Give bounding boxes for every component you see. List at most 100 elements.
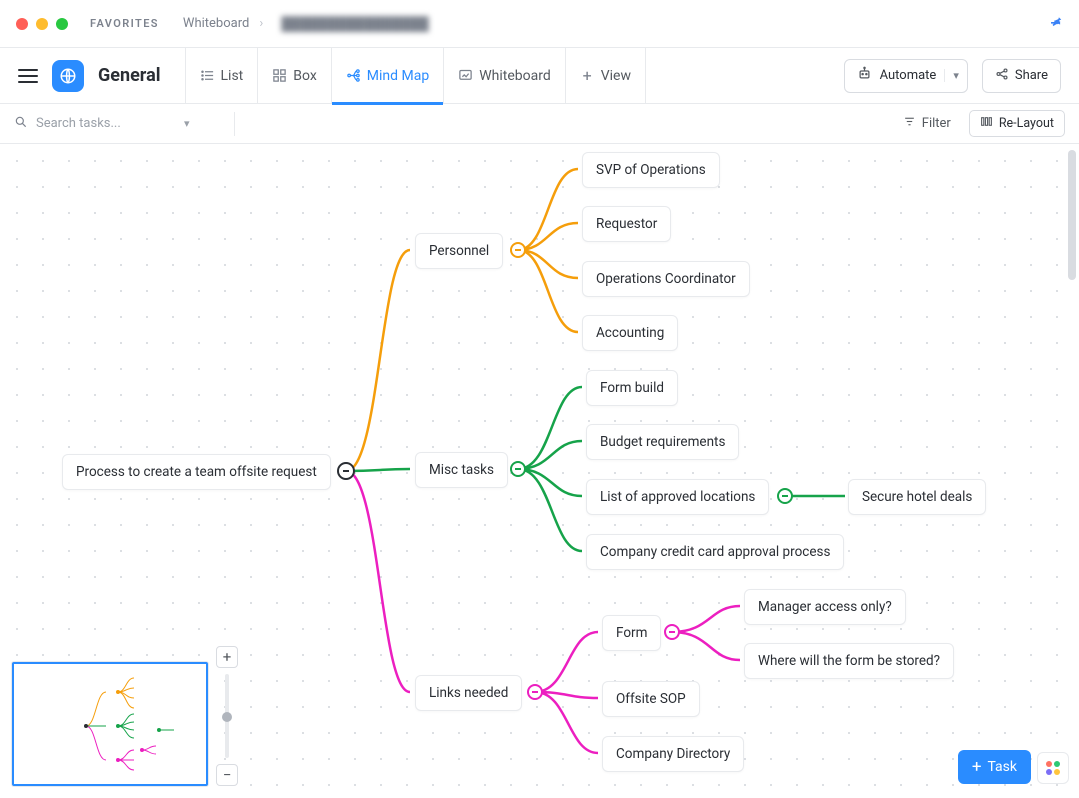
- minimap[interactable]: [12, 662, 208, 786]
- vertical-scrollbar[interactable]: [1068, 144, 1076, 798]
- node-label: Manager access only?: [758, 599, 892, 615]
- maximize-window-icon[interactable]: [56, 18, 68, 30]
- plus-icon: +: [223, 648, 232, 666]
- tab-box[interactable]: Box: [257, 48, 331, 104]
- relayout-label: Re-Layout: [999, 116, 1054, 131]
- close-window-icon[interactable]: [16, 18, 28, 30]
- mindmap-node-approved-locations[interactable]: List of approved locations: [586, 479, 769, 515]
- chevron-down-icon[interactable]: ▾: [184, 117, 190, 130]
- collapse-handle-misc[interactable]: [510, 461, 526, 477]
- filter-icon: [903, 115, 916, 132]
- mindmap-node-company-directory[interactable]: Company Directory: [602, 736, 744, 772]
- tab-box-label: Box: [293, 68, 317, 84]
- whiteboard-icon: [458, 68, 473, 83]
- box-icon: [272, 68, 287, 83]
- relayout-button[interactable]: Re-Layout: [969, 110, 1065, 137]
- mindmap-node-formbuild[interactable]: Form build: [586, 370, 678, 406]
- mindmap-node-budget[interactable]: Budget requirements: [586, 424, 739, 460]
- add-view-button[interactable]: + View: [565, 48, 646, 104]
- robot-icon: [857, 66, 872, 85]
- node-label: Company credit card approval process: [600, 544, 830, 560]
- node-label: List of approved locations: [600, 489, 755, 505]
- filter-button[interactable]: Filter: [895, 111, 959, 136]
- collapse-handle-root[interactable]: [337, 462, 355, 480]
- breadcrumb-whiteboard[interactable]: Whiteboard: [183, 16, 263, 31]
- add-view-label: View: [601, 68, 631, 84]
- mindmap-node-form-stored[interactable]: Where will the form be stored?: [744, 643, 954, 679]
- new-task-button[interactable]: + Task: [958, 750, 1031, 784]
- mindmap-canvas[interactable]: Process to create a team offsite request…: [0, 144, 1079, 798]
- share-label: Share: [1015, 68, 1048, 83]
- mindmap-node-accounting[interactable]: Accounting: [582, 315, 678, 351]
- tab-mindmap[interactable]: Mind Map: [331, 48, 443, 104]
- collapse-handle-locations[interactable]: [777, 488, 793, 504]
- mindmap-node-credit-card[interactable]: Company credit card approval process: [586, 534, 844, 570]
- node-label: Budget requirements: [600, 434, 725, 450]
- divider: [234, 112, 235, 136]
- node-label: Where will the form be stored?: [758, 653, 940, 669]
- zoom-in-button[interactable]: +: [216, 646, 238, 668]
- search-icon: [14, 115, 28, 133]
- node-label: Form build: [600, 380, 664, 396]
- collapse-handle-links[interactable]: [527, 684, 543, 700]
- automate-label: Automate: [880, 68, 937, 83]
- node-label: Accounting: [596, 325, 664, 341]
- node-label: Form: [616, 625, 647, 641]
- apps-grid-icon: [1046, 761, 1060, 775]
- tab-whiteboard-label: Whiteboard: [479, 68, 551, 84]
- mindmap-node-personnel[interactable]: Personnel: [415, 233, 503, 269]
- zoom-controls: + −: [216, 646, 238, 786]
- share-icon: [995, 67, 1009, 85]
- tab-list[interactable]: List: [185, 48, 258, 104]
- mindmap-root-node[interactable]: Process to create a team offsite request: [62, 454, 331, 490]
- mindmap-node-form[interactable]: Form: [602, 615, 661, 651]
- node-label: Operations Coordinator: [596, 271, 736, 287]
- window-controls[interactable]: [16, 18, 68, 30]
- task-button-label: Task: [987, 759, 1017, 775]
- mindmap-node-manager-access[interactable]: Manager access only?: [744, 589, 906, 625]
- zoom-out-button[interactable]: −: [216, 764, 238, 786]
- node-label: Misc tasks: [429, 462, 494, 478]
- apps-button[interactable]: [1037, 752, 1069, 784]
- mindmap-node-ops-coord[interactable]: Operations Coordinator: [582, 261, 750, 297]
- collapse-handle-form[interactable]: [664, 624, 680, 640]
- zoom-slider-thumb[interactable]: [222, 712, 232, 722]
- zoom-slider-track[interactable]: [225, 674, 229, 758]
- mindmap-root-label: Process to create a team offsite request: [76, 464, 317, 480]
- node-label: Requestor: [596, 216, 657, 232]
- share-button[interactable]: Share: [982, 59, 1061, 93]
- space-title[interactable]: General: [98, 65, 161, 86]
- view-tabs: List Box Mind Map Whiteboard + View: [185, 48, 646, 104]
- node-label: Offsite SOP: [616, 691, 686, 707]
- mindmap-node-offsite-sop[interactable]: Offsite SOP: [602, 681, 700, 717]
- hamburger-menu-icon[interactable]: [18, 69, 38, 83]
- breadcrumb-current: ████████████████: [281, 16, 428, 32]
- mindmap-node-svp[interactable]: SVP of Operations: [582, 152, 720, 188]
- node-label: Links needed: [429, 685, 508, 701]
- scrollbar-thumb[interactable]: [1068, 150, 1076, 280]
- mindmap-icon: [346, 68, 361, 83]
- automate-button[interactable]: Automate ▾: [844, 59, 968, 93]
- search-box[interactable]: ▾: [14, 115, 224, 133]
- pin-icon[interactable]: [1049, 15, 1063, 33]
- minus-icon: −: [223, 766, 232, 784]
- mindmap-node-requestor[interactable]: Requestor: [582, 206, 671, 242]
- space-icon[interactable]: [52, 60, 84, 92]
- tab-whiteboard[interactable]: Whiteboard: [443, 48, 565, 104]
- minimize-window-icon[interactable]: [36, 18, 48, 30]
- node-label: Personnel: [429, 243, 489, 259]
- node-label: Secure hotel deals: [862, 489, 972, 505]
- collapse-handle-personnel[interactable]: [510, 242, 526, 258]
- search-input[interactable]: [36, 116, 176, 131]
- node-label: SVP of Operations: [596, 162, 706, 178]
- filter-label: Filter: [922, 116, 951, 131]
- plus-icon: +: [972, 759, 982, 776]
- node-label: Company Directory: [616, 746, 730, 762]
- mindmap-node-links[interactable]: Links needed: [415, 675, 522, 711]
- mindmap-node-hotel-deals[interactable]: Secure hotel deals: [848, 479, 986, 515]
- tab-mindmap-label: Mind Map: [367, 68, 429, 84]
- mindmap-node-misc[interactable]: Misc tasks: [415, 452, 508, 488]
- chevron-down-icon[interactable]: ▾: [944, 69, 959, 82]
- favorites-label[interactable]: FAVORITES: [90, 17, 159, 30]
- list-icon: [200, 68, 215, 83]
